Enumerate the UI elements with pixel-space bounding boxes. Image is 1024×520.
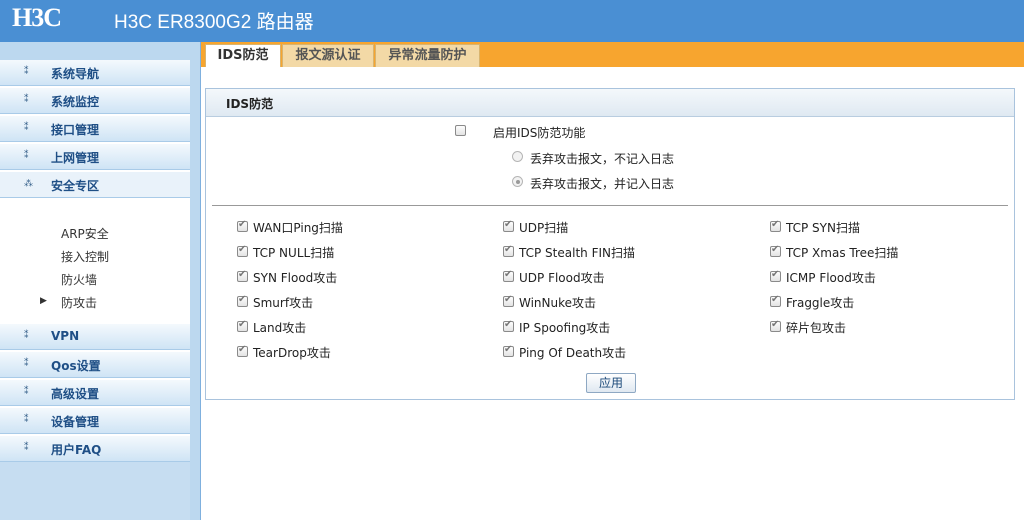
sidebar-item-label: 设备管理 <box>51 415 100 429</box>
option-label: TCP Xmas Tree扫描 <box>786 246 899 260</box>
option-label: Land攻击 <box>253 321 307 335</box>
drop-no-log-radio[interactable] <box>512 151 523 162</box>
sidebar-subitem-arp[interactable]: ARP安全 <box>61 225 109 242</box>
apply-button[interactable]: 应用 <box>586 373 636 393</box>
option-label: IP Spoofing攻击 <box>519 321 611 335</box>
tab-ids[interactable]: IDS防范 <box>205 44 281 67</box>
sidebar-item-advanced[interactable]: ⁑ 高级设置 <box>0 380 190 406</box>
panel-title: IDS防范 <box>226 97 274 111</box>
wan-ping-scan-checkbox[interactable] <box>237 219 248 232</box>
sidebar-footer <box>0 462 190 520</box>
drop-log-label: 丢弃攻击报文，并记入日志 <box>530 177 675 191</box>
option-label: TCP Stealth FIN扫描 <box>519 246 635 260</box>
udp-flood-checkbox[interactable] <box>503 269 514 282</box>
land-checkbox[interactable] <box>237 319 248 332</box>
sidebar-item-label: VPN <box>51 329 80 343</box>
sidebar-item-internet[interactable]: ⁑ 上网管理 <box>0 144 190 170</box>
ping-of-death-checkbox[interactable] <box>503 344 514 357</box>
option-label: TCP SYN扫描 <box>786 221 860 235</box>
tab-bar: IDS防范 报文源认证 异常流量防护 <box>201 42 1024 67</box>
sidebar-item-label: 上网管理 <box>51 151 100 165</box>
option-label: UDP扫描 <box>519 221 569 235</box>
sidebar-menu: ⁑ 系统导航 ⁑ 系统监控 ⁑ 接口管理 ⁑ 上网管理 ⁂ 安全专区 ARP安全… <box>0 60 190 520</box>
expand-arrow-icon: ⁑ <box>24 67 29 77</box>
tcp-xmas-tree-checkbox[interactable] <box>770 244 781 257</box>
sidebar-item-system-nav[interactable]: ⁑ 系统导航 <box>0 60 190 86</box>
sidebar-item-label: 用户FAQ <box>51 443 102 457</box>
h3c-logo: H3C <box>12 3 62 32</box>
option-label: Ping Of Death攻击 <box>519 346 627 360</box>
sidebar-item-interface[interactable]: ⁑ 接口管理 <box>0 116 190 142</box>
enable-ids-label: 启用IDS防范功能 <box>493 126 586 140</box>
sidebar-subitem-firewall[interactable]: 防火墙 <box>61 271 97 288</box>
sidebar-item-vpn[interactable]: ⁑ VPN <box>0 324 190 350</box>
option-label: TearDrop攻击 <box>253 346 331 360</box>
sidebar-item-label: 安全专区 <box>51 179 100 193</box>
tab-source-auth[interactable]: 报文源认证 <box>282 44 374 67</box>
sidebar: ⁑ 系统导航 ⁑ 系统监控 ⁑ 接口管理 ⁑ 上网管理 ⁂ 安全专区 ARP安全… <box>0 42 201 520</box>
option-label: 碎片包攻击 <box>786 321 847 335</box>
sidebar-item-label: Qos设置 <box>51 359 101 373</box>
option-label: SYN Flood攻击 <box>253 271 338 285</box>
app-header: H3C H3C ER8300G2 路由器 <box>0 0 1024 42</box>
option-label: TCP NULL扫描 <box>253 246 335 260</box>
expand-arrow-icon: ⁑ <box>24 443 29 453</box>
option-label: ICMP Flood攻击 <box>786 271 876 285</box>
sidebar-item-device[interactable]: ⁑ 设备管理 <box>0 408 190 434</box>
enable-ids-checkbox[interactable] <box>455 125 466 136</box>
drop-no-log-label: 丢弃攻击报文，不记入日志 <box>530 152 675 166</box>
syn-flood-checkbox[interactable] <box>237 269 248 282</box>
option-label: UDP Flood攻击 <box>519 271 605 285</box>
expand-arrow-icon: ⁑ <box>24 123 29 133</box>
sidebar-item-label: 系统导航 <box>51 67 100 81</box>
smurf-checkbox[interactable] <box>237 294 248 307</box>
ip-spoofing-checkbox[interactable] <box>503 319 514 332</box>
option-label: WinNuke攻击 <box>519 296 597 310</box>
ids-panel: IDS防范 启用IDS防范功能 丢弃攻击报文，不记入日志 丢弃攻击报文，并记入日… <box>205 88 1015 400</box>
option-label: Fraggle攻击 <box>786 296 855 310</box>
divider <box>212 205 1008 206</box>
sidebar-subitem-access-control[interactable]: 接入控制 <box>61 248 109 265</box>
sidebar-item-faq[interactable]: ⁑ 用户FAQ <box>0 436 190 462</box>
sidebar-item-security[interactable]: ⁂ 安全专区 <box>0 172 190 198</box>
collapse-arrow-icon: ⁂ <box>24 179 33 189</box>
sidebar-item-label: 高级设置 <box>51 387 100 401</box>
winnuke-checkbox[interactable] <box>503 294 514 307</box>
fragment-attack-checkbox[interactable] <box>770 319 781 332</box>
panel-header: IDS防范 <box>206 89 1014 117</box>
tab-abnormal-traffic[interactable]: 异常流量防护 <box>375 44 480 67</box>
active-arrow-icon: ▶ <box>40 296 47 306</box>
expand-arrow-icon: ⁑ <box>24 359 29 369</box>
expand-arrow-icon: ⁑ <box>24 151 29 161</box>
expand-arrow-icon: ⁑ <box>24 331 29 341</box>
sidebar-item-label: 接口管理 <box>51 123 100 137</box>
teardrop-checkbox[interactable] <box>237 344 248 357</box>
sidebar-item-qos[interactable]: ⁑ Qos设置 <box>0 352 190 378</box>
sidebar-item-system-monitor[interactable]: ⁑ 系统监控 <box>0 88 190 114</box>
expand-arrow-icon: ⁑ <box>24 95 29 105</box>
udp-scan-checkbox[interactable] <box>503 219 514 232</box>
option-label: Smurf攻击 <box>253 296 314 310</box>
option-label: WAN口Ping扫描 <box>253 221 343 235</box>
drop-log-radio[interactable] <box>512 176 523 187</box>
tcp-null-scan-checkbox[interactable] <box>237 244 248 257</box>
tcp-syn-scan-checkbox[interactable] <box>770 219 781 232</box>
expand-arrow-icon: ⁑ <box>24 387 29 397</box>
app-title: H3C ER8300G2 路由器 <box>114 12 314 33</box>
tcp-stealth-fin-checkbox[interactable] <box>503 244 514 257</box>
fraggle-checkbox[interactable] <box>770 294 781 307</box>
sidebar-item-label: 系统监控 <box>51 95 100 109</box>
icmp-flood-checkbox[interactable] <box>770 269 781 282</box>
expand-arrow-icon: ⁑ <box>24 415 29 425</box>
sidebar-subitem-anti-attack[interactable]: 防攻击 <box>61 294 97 311</box>
